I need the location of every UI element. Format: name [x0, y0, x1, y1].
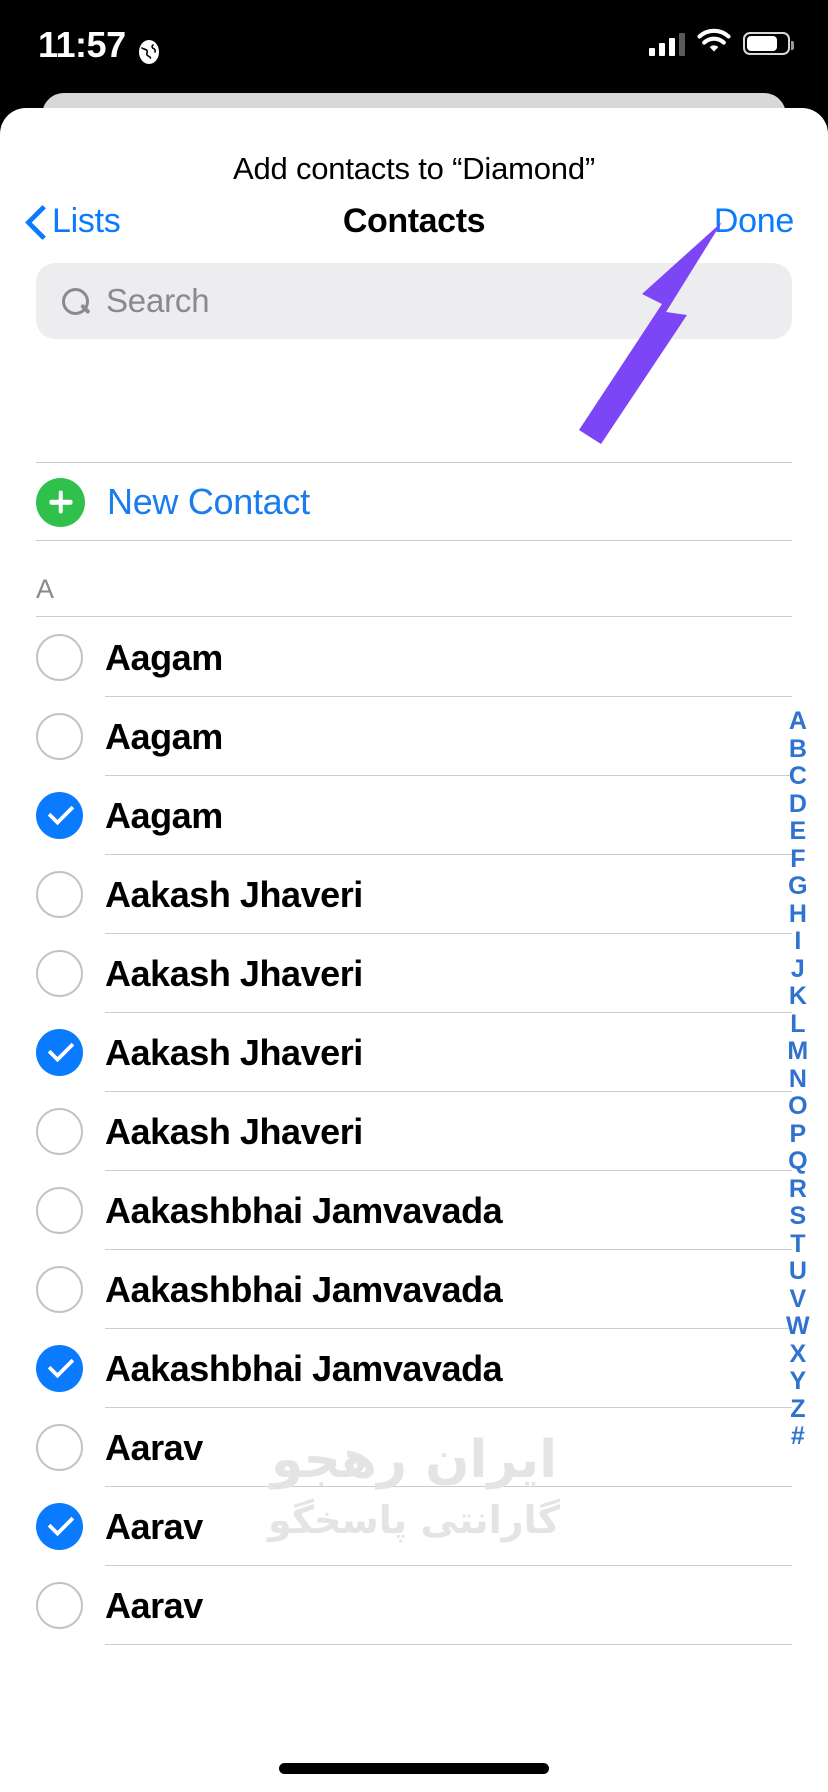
contact-row[interactable]: Aakash Jhaveri — [0, 1092, 828, 1171]
row-separator — [105, 1644, 792, 1645]
contact-name: Aarav — [105, 1505, 203, 1547]
annotation-arrow-icon — [546, 216, 726, 446]
new-contact-label: New Contact — [107, 481, 310, 522]
sheet-title: Add contacts to “Diamond” — [232, 151, 595, 186]
index-letter[interactable]: J — [791, 955, 805, 984]
checkbox-unchecked-icon[interactable] — [36, 950, 83, 997]
checkbox-unchecked-icon[interactable] — [36, 1266, 83, 1313]
index-letter[interactable]: D — [789, 790, 807, 819]
index-letter[interactable]: H — [789, 900, 807, 929]
phone-screen: 11:57 Add contacts to “Diamond” Lists Co… — [0, 0, 828, 1792]
index-letter[interactable]: N — [789, 1065, 807, 1094]
index-letter[interactable]: F — [790, 845, 806, 874]
checkbox-unchecked-icon[interactable] — [36, 871, 83, 918]
clock-label: 11:57 — [38, 24, 126, 65]
separator-below-section-header — [36, 616, 792, 617]
index-letter[interactable]: U — [789, 1257, 807, 1286]
contact-row[interactable]: Aarav — [0, 1408, 828, 1487]
contact-row[interactable]: Aakash Jhaveri — [0, 855, 828, 934]
checkbox-unchecked-icon[interactable] — [36, 1582, 83, 1629]
contact-name: Aarav — [105, 1584, 203, 1626]
separator-below-new-contact — [36, 540, 792, 541]
new-contact-row[interactable]: New Contact — [0, 464, 828, 540]
index-letter[interactable]: S — [790, 1202, 807, 1231]
contact-row[interactable]: Aagam — [0, 618, 828, 697]
contact-name: Aakash Jhaveri — [105, 1031, 363, 1073]
index-letter[interactable]: A — [789, 707, 807, 736]
contact-row[interactable]: Aakashbhai Jamvavada — [0, 1329, 828, 1408]
index-letter[interactable]: Q — [788, 1147, 808, 1176]
index-letter[interactable]: # — [791, 1422, 805, 1451]
contacts-list: Aagam Aagam Aagam Aakash Jhaveri Aakash Jhav… — [0, 618, 828, 1645]
index-letter[interactable]: P — [790, 1120, 807, 1149]
checkbox-unchecked-icon[interactable] — [36, 1424, 83, 1471]
checkbox-unchecked-icon[interactable] — [36, 634, 83, 681]
contact-name: Aakashbhai Jamvavada — [105, 1189, 503, 1231]
cellular-signal-icon — [649, 32, 685, 56]
contact-name: Aagam — [105, 715, 223, 757]
checkbox-checked-icon[interactable] — [36, 792, 83, 839]
index-letter[interactable]: X — [790, 1340, 807, 1369]
index-letter[interactable]: L — [790, 1010, 806, 1039]
home-indicator — [279, 1763, 549, 1774]
contact-row[interactable]: Aarav — [0, 1566, 828, 1645]
checkbox-unchecked-icon[interactable] — [36, 713, 83, 760]
status-bar: 11:57 — [0, 0, 828, 88]
contact-row[interactable]: Aagam — [0, 776, 828, 855]
search-icon — [62, 288, 89, 315]
separator-above-new-contact — [36, 462, 792, 463]
contact-row[interactable]: Aakash Jhaveri — [0, 1013, 828, 1092]
index-letter[interactable]: O — [788, 1092, 808, 1121]
contact-name: Aakash Jhaveri — [105, 873, 363, 915]
index-letter[interactable]: K — [789, 982, 807, 1011]
section-header-a: A — [36, 574, 55, 604]
index-letter[interactable]: T — [790, 1230, 806, 1259]
contact-name: Aagam — [105, 794, 223, 836]
contact-name: Aakash Jhaveri — [105, 952, 363, 994]
battery-icon — [743, 32, 794, 55]
contact-name: Aakash Jhaveri — [105, 1110, 363, 1152]
index-letter[interactable]: G — [788, 872, 808, 901]
contact-row[interactable]: Aakashbhai Jamvavada — [0, 1250, 828, 1329]
contact-name: Aakashbhai Jamvavada — [105, 1347, 503, 1389]
checkbox-checked-icon[interactable] — [36, 1503, 83, 1550]
search-placeholder: Search — [106, 282, 210, 319]
index-letter[interactable]: C — [789, 762, 807, 791]
checkbox-checked-icon[interactable] — [36, 1029, 83, 1076]
status-bar-left: 11:57 — [38, 24, 162, 66]
contact-row[interactable]: Aakash Jhaveri — [0, 934, 828, 1013]
status-bar-right — [649, 28, 794, 59]
index-letter[interactable]: V — [790, 1285, 807, 1314]
index-letter[interactable]: W — [786, 1312, 810, 1341]
index-letter[interactable]: B — [789, 735, 807, 764]
plus-circle-icon — [36, 477, 85, 527]
checkbox-checked-icon[interactable] — [36, 1345, 83, 1392]
contact-name: Aagam — [105, 636, 223, 678]
index-letter[interactable]: E — [790, 817, 807, 846]
contact-row[interactable]: Aagam — [0, 697, 828, 776]
index-letter[interactable]: I — [794, 927, 801, 956]
contact-row[interactable]: Aarav — [0, 1487, 828, 1566]
contact-name: Aakashbhai Jamvavada — [105, 1268, 503, 1310]
index-letter[interactable]: Z — [790, 1395, 806, 1424]
alphabet-index[interactable]: A B C D E F G H I J K L M N O P Q R S T U V W X Y Z # — [776, 707, 820, 1451]
index-letter[interactable]: Y — [790, 1367, 807, 1396]
checkbox-unchecked-icon[interactable] — [36, 1108, 83, 1155]
contact-row[interactable]: Aakashbhai Jamvavada — [0, 1171, 828, 1250]
globe-icon — [136, 32, 162, 64]
index-letter[interactable]: R — [789, 1175, 807, 1204]
checkbox-unchecked-icon[interactable] — [36, 1187, 83, 1234]
wifi-icon — [697, 28, 731, 59]
index-letter[interactable]: M — [787, 1037, 808, 1066]
contact-name: Aarav — [105, 1426, 203, 1468]
